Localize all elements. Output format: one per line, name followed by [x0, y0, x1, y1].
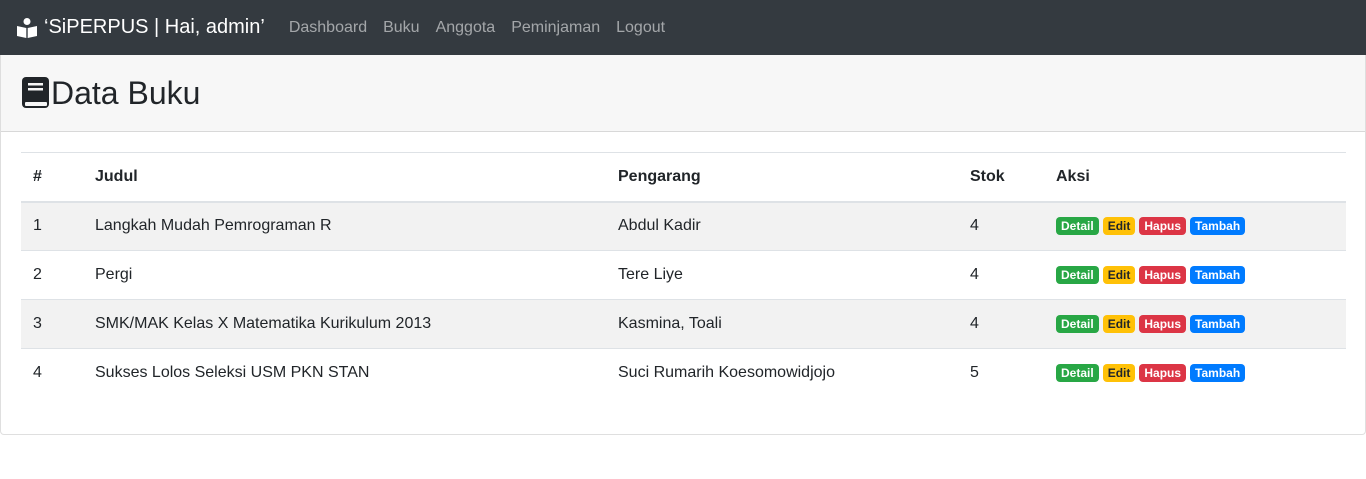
brand[interactable]: ‘SiPERPUS | Hai, admin’ [16, 16, 265, 39]
cell-pengarang: Suci Rumarih Koesomowidjojo [606, 348, 958, 398]
brand-text: ‘SiPERPUS | Hai, admin’ [44, 16, 265, 38]
cell-pengarang: Abdul Kadir [618, 217, 701, 235]
header-number: # [21, 152, 83, 203]
hapus-button[interactable]: Hapus [1139, 315, 1187, 333]
nav-links: Dashboard Buku Anggota Peminjaman Logout [281, 19, 673, 37]
cell-stok: 4 [958, 299, 1044, 349]
cell-judul: Langkah Mudah Pemrograman R [95, 217, 332, 235]
cell-judul: Pergi [83, 250, 606, 300]
nav-link-dashboard[interactable]: Dashboard [281, 19, 375, 37]
cell-aksi: Detail Edit Hapus Tambah [1044, 202, 1346, 251]
cell-number: 3 [21, 299, 83, 349]
cell-number: 1 [33, 217, 42, 235]
cell-stok: 4 [958, 250, 1044, 300]
header-pengarang: Pengarang [606, 152, 958, 203]
cell-aksi: Detail Edit Hapus Tambah [1044, 299, 1346, 349]
cell-aksi: Detail Edit Hapus Tambah [1044, 348, 1346, 398]
table-header-row: # Judul Pengarang Stok Aksi [21, 152, 1346, 203]
navbar: ‘SiPERPUS | Hai, admin’ Dashboard Buku A… [0, 0, 1366, 55]
header-judul: Judul [83, 152, 606, 203]
hapus-button[interactable]: Hapus [1139, 217, 1187, 236]
tambah-button[interactable]: Tambah [1190, 217, 1246, 236]
detail-button[interactable]: Detail [1056, 364, 1099, 383]
books-table: # Judul Pengarang Stok Aksi 1 Langkah Mu… [21, 152, 1346, 398]
table-row: 2 Pergi Tere Liye 4 Detail Edit Hapus Ta… [21, 250, 1346, 300]
cell-pengarang: Kasmina, Toali [606, 299, 958, 349]
nav-link-logout[interactable]: Logout [608, 19, 673, 37]
hapus-button[interactable]: Hapus [1139, 364, 1187, 383]
nav-link-anggota[interactable]: Anggota [428, 19, 504, 37]
header-stok: Stok [958, 152, 1044, 203]
cell-pengarang: Tere Liye [606, 250, 958, 300]
nav-link-peminjaman[interactable]: Peminjaman [503, 19, 608, 37]
tambah-button[interactable]: Tambah [1190, 315, 1246, 333]
card-header: Data Buku [1, 55, 1365, 132]
page-title: Data Buku [21, 75, 200, 112]
reader-icon [16, 17, 38, 39]
cell-judul: SMK/MAK Kelas X Matematika Kurikulum 201… [83, 299, 606, 349]
tambah-button[interactable]: Tambah [1190, 266, 1246, 284]
hapus-button[interactable]: Hapus [1139, 266, 1187, 284]
cell-number: 2 [21, 250, 83, 300]
cell-stok: 4 [970, 217, 979, 235]
table-row: 1 Langkah Mudah Pemrograman R Abdul Kadi… [21, 201, 1346, 251]
table-row: 3 SMK/MAK Kelas X Matematika Kurikulum 2… [21, 299, 1346, 349]
edit-button[interactable]: Edit [1102, 315, 1136, 333]
tambah-button[interactable]: Tambah [1190, 364, 1246, 383]
card-body: # Judul Pengarang Stok Aksi 1 Langkah Mu… [1, 132, 1365, 398]
cell-number: 4 [21, 348, 83, 398]
detail-button[interactable]: Detail [1056, 217, 1099, 236]
book-card: Data Buku # Judul Pengarang Stok Aksi 1 … [0, 55, 1366, 435]
detail-button[interactable]: Detail [1056, 315, 1099, 333]
cell-aksi: Detail Edit Hapus Tambah [1044, 250, 1346, 300]
cell-stok: 5 [958, 348, 1044, 398]
page-title-text: Data Buku [51, 74, 201, 111]
book-icon [21, 76, 51, 110]
edit-button[interactable]: Edit [1102, 217, 1136, 236]
cell-judul: Sukses Lolos Seleksi USM PKN STAN [83, 348, 606, 398]
edit-button[interactable]: Edit [1102, 266, 1136, 284]
header-aksi: Aksi [1044, 152, 1346, 203]
table-row: 4 Sukses Lolos Seleksi USM PKN STAN Suci… [21, 348, 1346, 398]
edit-button[interactable]: Edit [1102, 364, 1136, 383]
nav-link-buku[interactable]: Buku [375, 19, 427, 37]
detail-button[interactable]: Detail [1056, 266, 1099, 284]
